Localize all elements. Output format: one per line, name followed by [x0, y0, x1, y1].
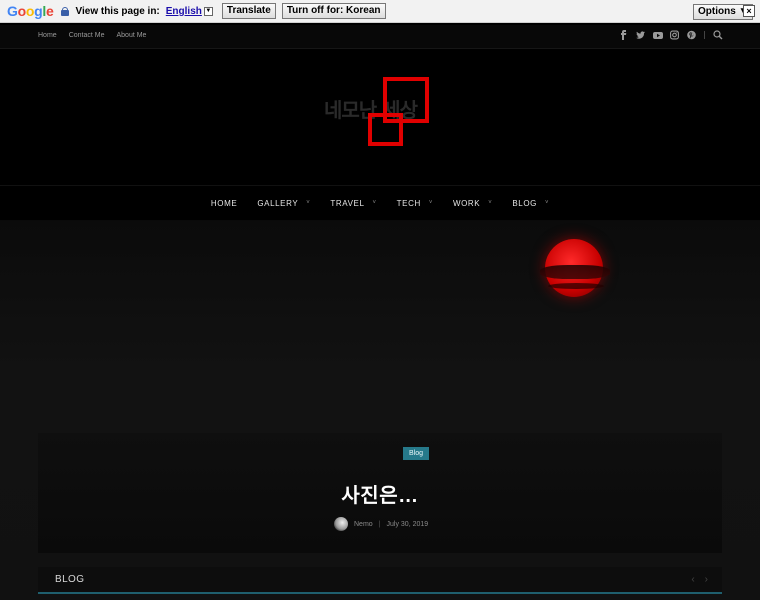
avatar[interactable] [334, 517, 348, 531]
blog-section-header: BLOG ‹ › [38, 567, 722, 594]
youtube-icon[interactable] [653, 30, 663, 40]
language-dropdown-icon[interactable]: ▼ [203, 6, 213, 16]
translate-button[interactable]: Translate [221, 3, 276, 19]
post-author[interactable]: Nemo [354, 521, 373, 528]
nav-label: TRAVEL [330, 198, 365, 208]
facebook-icon[interactable] [619, 30, 628, 40]
instagram-icon[interactable] [670, 30, 679, 40]
search-icon[interactable] [713, 30, 723, 40]
site-logo[interactable]: 네모난 세상 [320, 76, 440, 156]
nav-item-home[interactable]: HOME [211, 199, 237, 208]
nav-label: GALLERY [257, 198, 299, 208]
chevron-left-icon[interactable]: ‹ [691, 574, 694, 585]
nav-item-blog[interactable]: BLOG ˅ [512, 199, 549, 208]
google-logo: Google [7, 3, 54, 19]
chevron-down-icon: ˅ [306, 200, 311, 206]
nav-label: HOME [210, 198, 238, 208]
nav-label: TECH [396, 198, 421, 208]
nav-label: BLOG [512, 198, 537, 208]
main-nav: HOME GALLERY ˅ TRAVEL ˅ TECH ˅ WORK ˅ BL… [0, 185, 760, 221]
top-link-contact[interactable]: Contact Me [69, 32, 105, 39]
post-meta: Nemo | July 30, 2019 [334, 517, 428, 531]
translate-bar: Google View this page in: English ▼ Tran… [0, 0, 760, 23]
chevron-down-icon: ˅ [428, 200, 433, 206]
translate-prompt: View this page in: [75, 5, 160, 17]
chevron-down-icon: ˅ [372, 200, 377, 206]
hero-image-cloud [548, 283, 604, 289]
social-icons [619, 30, 723, 40]
chevron-down-icon: ˅ [544, 200, 550, 206]
meta-separator: | [378, 520, 381, 528]
featured-post-card[interactable]: Blog 사진은… Nemo | July 30, 2019 [38, 433, 722, 553]
post-title[interactable]: 사진은… [38, 479, 722, 508]
nav-label: WORK [452, 198, 481, 208]
hero-image-cloud [540, 265, 610, 279]
lock-icon [61, 6, 70, 16]
pinterest-icon[interactable] [687, 30, 696, 40]
close-icon[interactable]: × [743, 5, 755, 17]
twitter-icon[interactable] [636, 30, 645, 40]
carousel-arrows: ‹ › [691, 574, 708, 585]
chevron-right-icon[interactable]: › [705, 574, 708, 585]
site-header: 네모난 세상 [0, 50, 760, 185]
section-title: BLOG [55, 574, 85, 585]
nav-item-gallery[interactable]: GALLERY ˅ [257, 199, 310, 208]
nav-item-work[interactable]: WORK ˅ [453, 199, 492, 208]
hero-section: Blog 사진은… Nemo | July 30, 2019 BLOG ‹ › [0, 221, 760, 600]
top-bar: Home Contact Me About Me [0, 25, 760, 49]
nav-item-tech[interactable]: TECH ˅ [397, 199, 433, 208]
top-links: Home Contact Me About Me [38, 32, 146, 39]
top-link-home[interactable]: Home [38, 32, 57, 39]
language-link[interactable]: English [166, 6, 202, 17]
category-badge[interactable]: Blog [403, 447, 430, 460]
turn-off-button[interactable]: Turn off for: Korean [281, 3, 386, 19]
chevron-down-icon: ˅ [488, 200, 493, 206]
social-divider [704, 31, 705, 39]
top-link-about[interactable]: About Me [116, 32, 146, 39]
post-date: July 30, 2019 [386, 520, 429, 528]
nav-item-travel[interactable]: TRAVEL ˅ [330, 199, 376, 208]
